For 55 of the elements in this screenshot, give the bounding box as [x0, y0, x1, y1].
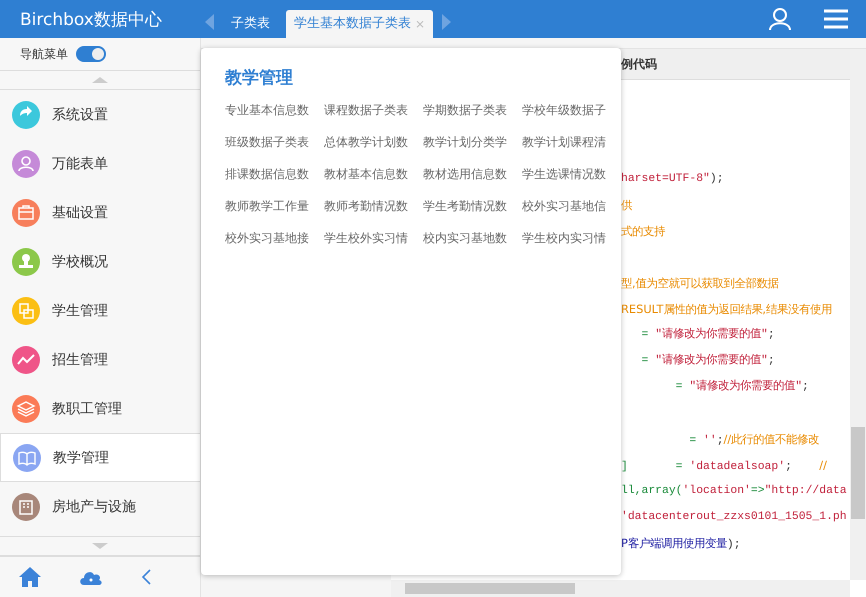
code-line: = "请修改为你需要的值";: [674, 381, 809, 393]
code-line: = "请修改为你需要的值";: [640, 329, 775, 341]
code-line: P客户端调用使用变量);: [621, 539, 741, 551]
code-line: 供: [621, 201, 632, 213]
code-line: 'datacenterout_zzxs0101_1505_1.ph: [621, 511, 847, 523]
code-line: ] = 'datadealsoap'; //: [621, 461, 827, 473]
menu-icon[interactable]: [824, 9, 848, 29]
submenu-link[interactable]: 校内实习基地数: [423, 227, 522, 249]
home-icon[interactable]: [19, 567, 41, 587]
cloud-icon[interactable]: [79, 569, 103, 585]
sidebar-item[interactable]: 学生管理: [0, 286, 200, 335]
user-icon[interactable]: [768, 7, 792, 31]
sidebar-item[interactable]: 教学管理: [0, 433, 200, 482]
app-title: Birchbox数据中心: [19, 8, 163, 30]
page-tab[interactable]: 学生基本数据子类表 ×: [286, 10, 434, 38]
submenu-link[interactable]: 学生校内实习情: [522, 227, 621, 249]
submenu-link[interactable]: 学期数据子类表: [423, 99, 522, 121]
code-line: harset=UTF-8");: [621, 173, 724, 185]
popup-title: 教学管理: [225, 67, 294, 89]
code-line: ll,array('location'=>"http://data: [621, 485, 847, 497]
nav-toggle[interactable]: [76, 46, 106, 62]
submenu-link[interactable]: 班级数据子类表: [225, 131, 324, 153]
submenu-link[interactable]: 排课数据信息数: [225, 163, 324, 185]
sidebar-item[interactable]: 基础设置: [0, 188, 200, 237]
submenu-link[interactable]: 学生考勤情况数: [423, 195, 522, 217]
submenu-link[interactable]: 教师考勤情况数: [324, 195, 423, 217]
panel-title: 例代码: [621, 56, 657, 72]
submenu-link[interactable]: 教学计划课程清: [522, 131, 621, 153]
submenu-link[interactable]: 课程数据子类表: [324, 99, 423, 121]
submenu-link[interactable]: 学校年级数据子: [522, 99, 621, 121]
submenu-link[interactable]: 校外实习基地接: [225, 227, 324, 249]
code-line: = "请修改为你需要的值";: [640, 355, 775, 367]
submenu-link[interactable]: 总体教学计划数: [324, 131, 423, 153]
sidebar-item[interactable]: 房地产与设施: [0, 482, 200, 531]
code-line: RESULT属性的值为返回结果,结果没有使用: [621, 305, 832, 317]
nav-menu-label: 导航菜单: [20, 46, 68, 62]
sidebar-item[interactable]: 系统设置: [0, 90, 200, 139]
submenu-link[interactable]: 学生校外实习情: [324, 227, 423, 249]
sidebar-item[interactable]: 学校概况: [0, 237, 200, 286]
submenu-link[interactable]: 学生选课情况数: [522, 163, 621, 185]
code-line: 型,值为空就可以获取到全部数据: [621, 279, 779, 291]
sidebar-item[interactable]: 教职工管理: [0, 384, 200, 433]
collapse-icon[interactable]: [141, 569, 151, 585]
sidebar-item[interactable]: 招生管理: [0, 335, 200, 384]
horizontal-scrollbar[interactable]: [391, 580, 850, 597]
submenu-link[interactable]: 校外实习基地信: [522, 195, 621, 217]
submenu-link[interactable]: 专业基本信息数: [225, 99, 324, 121]
page-tab[interactable]: 子类表: [223, 10, 278, 38]
submenu-link[interactable]: 教材基本信息数: [324, 163, 423, 185]
submenu-link[interactable]: 教材选用信息数: [423, 163, 522, 185]
submenu-link[interactable]: 教学计划分类学: [423, 131, 522, 153]
code-line: 式的支持: [621, 227, 665, 239]
submenu-link[interactable]: 教师教学工作量: [225, 195, 324, 217]
sidebar-item[interactable]: 万能表单: [0, 139, 200, 188]
code-line: = '';//此行的值不能修改: [688, 435, 820, 447]
